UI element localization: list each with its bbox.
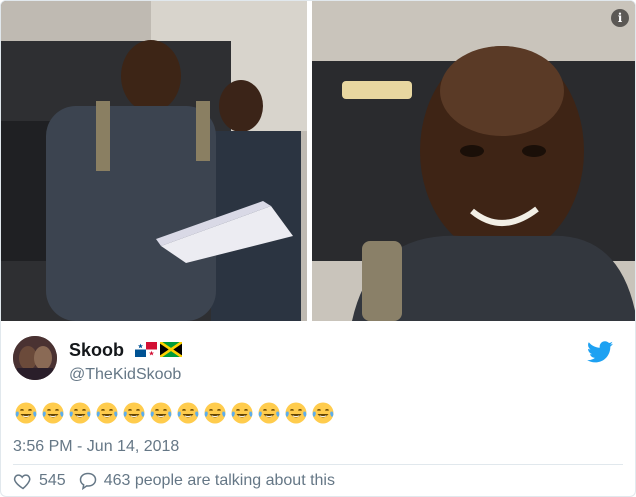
- author-handle[interactable]: @TheKidSkoob: [69, 366, 181, 384]
- jamaica-flag-icon: [160, 342, 182, 357]
- tears-of-joy-emoji-icon: [13, 401, 39, 427]
- heart-icon[interactable]: [13, 471, 33, 491]
- tears-of-joy-emoji-icon: [202, 401, 228, 427]
- author-flags: [135, 342, 182, 357]
- like-count[interactable]: 545: [39, 472, 66, 490]
- tweet-text-emojis: [13, 401, 336, 427]
- author-name[interactable]: Skoob: [69, 340, 124, 361]
- tears-of-joy-emoji-icon: [40, 401, 66, 427]
- avatar[interactable]: [13, 336, 57, 380]
- tweet-card: i Skoob @TheKidSkoob 3:56 PM - Jun 14, 2…: [0, 0, 636, 497]
- tears-of-joy-emoji-icon: [310, 401, 336, 427]
- footer-divider: [13, 464, 623, 465]
- photo-right[interactable]: i: [312, 1, 635, 321]
- media-container[interactable]: i: [1, 1, 635, 321]
- tears-of-joy-emoji-icon: [283, 401, 309, 427]
- twitter-bird-icon[interactable]: [587, 341, 613, 363]
- tears-of-joy-emoji-icon: [229, 401, 255, 427]
- tears-of-joy-emoji-icon: [175, 401, 201, 427]
- tears-of-joy-emoji-icon: [67, 401, 93, 427]
- speech-bubble-icon[interactable]: [78, 471, 98, 491]
- tears-of-joy-emoji-icon: [121, 401, 147, 427]
- photo-left[interactable]: [1, 1, 307, 321]
- tweet-footer: 545 463 people are talking about this: [13, 471, 335, 491]
- panama-flag-icon: [135, 342, 157, 357]
- tears-of-joy-emoji-icon: [148, 401, 174, 427]
- tears-of-joy-emoji-icon: [256, 401, 282, 427]
- conversation-link[interactable]: 463 people are talking about this: [104, 472, 335, 490]
- tweet-timestamp[interactable]: 3:56 PM - Jun 14, 2018: [13, 438, 179, 456]
- info-icon[interactable]: i: [611, 9, 629, 27]
- tears-of-joy-emoji-icon: [94, 401, 120, 427]
